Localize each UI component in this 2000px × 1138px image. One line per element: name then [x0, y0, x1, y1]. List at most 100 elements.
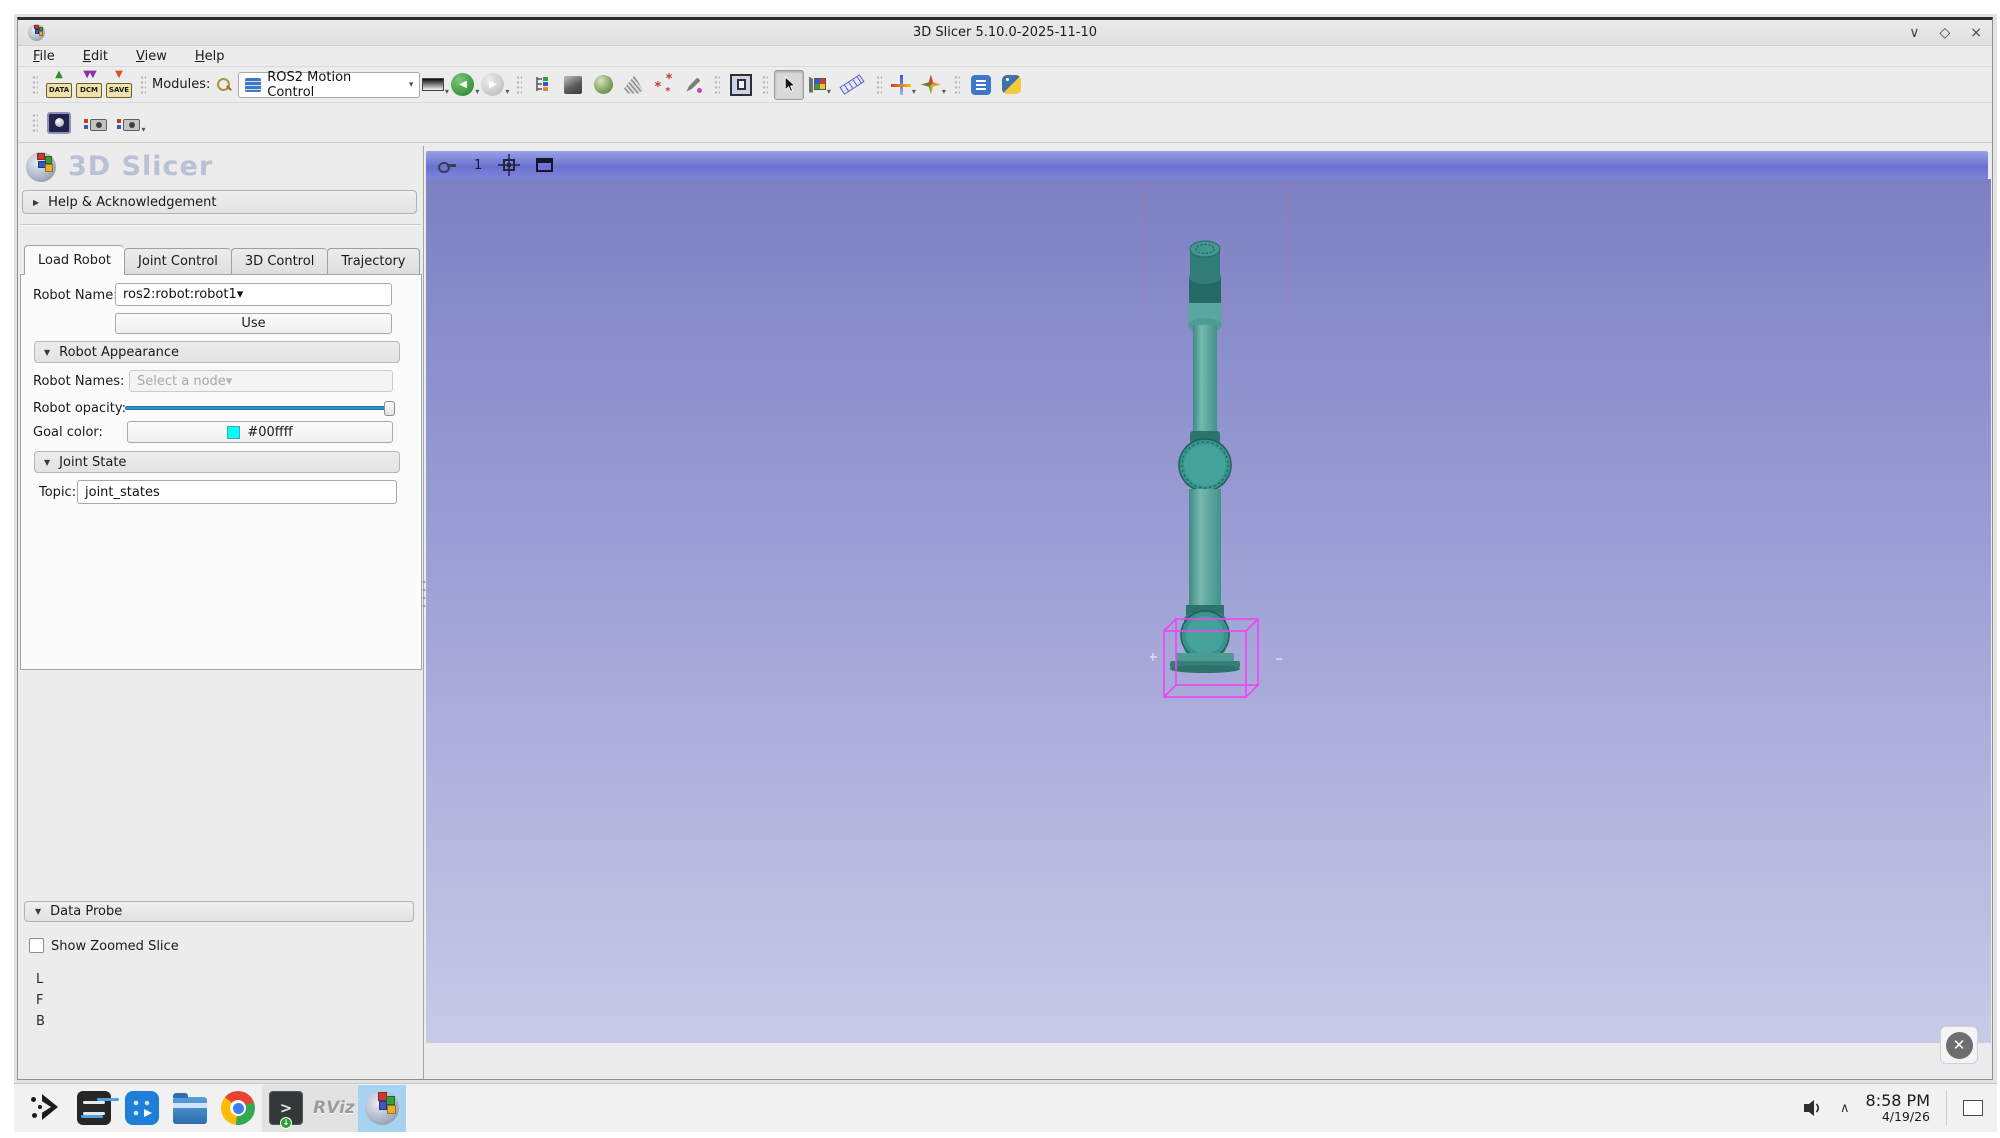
scene-view-restore-icon: [116, 113, 141, 133]
show-zoomed-slice-checkbox[interactable]: [29, 938, 44, 953]
menu-view[interactable]: View: [136, 49, 167, 64]
module-list-button[interactable]: [528, 70, 558, 100]
tab-load-robot[interactable]: Load Robot: [24, 245, 125, 275]
robot-appearance-section[interactable]: ▼ Robot Appearance: [34, 341, 400, 363]
taskbar: > ↓ RViz ∧ 8:58 PM 4/19/26: [14, 1083, 1997, 1132]
data-probe-section[interactable]: ▼ Data Probe: [24, 901, 414, 922]
maximize-icon[interactable]: ◇: [1939, 23, 1950, 43]
module-search-icon[interactable]: [216, 77, 232, 93]
robot-names-combobox[interactable]: Select a node ▾: [129, 370, 393, 392]
models-module-button[interactable]: [618, 70, 648, 100]
rviz-button[interactable]: RViz: [310, 1084, 358, 1132]
reformat-star-icon: [920, 74, 941, 95]
robot-names-label: Robot Names:: [33, 374, 125, 389]
toolbar-grip: [516, 73, 523, 96]
reformat-button[interactable]: ▾: [918, 70, 948, 100]
settings-sliders-icon: [77, 1091, 111, 1125]
robot-opacity-slider[interactable]: [125, 400, 395, 416]
measurements-button[interactable]: [834, 70, 870, 100]
toolbar-grip: [762, 73, 769, 96]
scene-view-camera-icon: [83, 113, 107, 133]
chevron-down-icon: ▾: [236, 287, 244, 302]
help-acknowledgement-section[interactable]: ▶ Help & Acknowledgement: [22, 190, 417, 214]
markups-module-button[interactable]: * * *: [648, 70, 678, 100]
tab-3d-control[interactable]: 3D Control: [230, 248, 328, 275]
python-console-button[interactable]: [996, 70, 1026, 100]
maximize-view-icon[interactable]: [536, 158, 554, 172]
save-data-button[interactable]: ▼ SAVE: [104, 69, 134, 100]
terminal-button[interactable]: > ↓: [262, 1084, 310, 1132]
threed-view-header[interactable]: 1: [426, 151, 1988, 179]
volumes-module-button[interactable]: [588, 70, 618, 100]
robot-name-label: Robot Name:: [33, 288, 118, 303]
markups-icon: * * *: [654, 71, 673, 97]
window-controls: ∨ ◇ ×: [1909, 23, 1982, 43]
clock-date: 4/19/26: [1881, 1109, 1930, 1124]
module-selector[interactable]: ROS2 Motion Control ▾: [238, 70, 421, 100]
close-icon[interactable]: ×: [1970, 23, 1982, 43]
modules-label: Modules:: [152, 77, 211, 92]
slicer-window: 3D Slicer 5.10.0-2025-11-10 ∨ ◇ × File E…: [17, 17, 1993, 1080]
module-back-button[interactable]: ◀ ▾: [450, 70, 480, 100]
minimize-icon[interactable]: ∨: [1909, 23, 1919, 43]
scene-view-restore-button[interactable]: ▾: [116, 108, 146, 138]
module-forward-button[interactable]: ▶ ▾: [480, 70, 510, 100]
clock[interactable]: 8:58 PM 4/19/26: [1866, 1091, 1930, 1125]
menu-file[interactable]: File: [33, 49, 55, 64]
app-launcher-button[interactable]: [22, 1085, 70, 1132]
use-button[interactable]: Use: [115, 313, 392, 334]
show-zoomed-slice-label: Show Zoomed Slice: [51, 939, 179, 954]
settings-button[interactable]: [70, 1085, 118, 1132]
robot-name-combobox[interactable]: ros2:robot:robot1 ▾: [115, 283, 392, 306]
threed-viewport[interactable]: [426, 179, 1991, 1043]
pin-icon[interactable]: [438, 160, 456, 173]
show-desktop-button[interactable]: [1963, 1100, 1983, 1116]
toolbar-grip: [140, 73, 146, 96]
annotations-button[interactable]: [678, 70, 708, 100]
main-toolbar: ▲ DATA ▼▼ DCM ▼ SAVE Modules: ROS2 Motio…: [18, 67, 1992, 103]
screenshot-icon: [47, 111, 71, 134]
joint-state-section[interactable]: ▼ Joint State: [34, 451, 400, 473]
robot-tabs: Load Robot Joint Control 3D Control Traj…: [24, 245, 420, 275]
slicer-taskbar-button[interactable]: [358, 1084, 406, 1132]
load-dicom-button[interactable]: ▼▼ DCM: [74, 69, 104, 100]
dismiss-notification-icon[interactable]: ✕: [1945, 1031, 1973, 1059]
menu-help[interactable]: Help: [195, 49, 225, 64]
center-view-icon[interactable]: [498, 154, 521, 176]
toolbar-grip: [32, 73, 38, 96]
topic-input[interactable]: joint_states: [77, 480, 397, 504]
slicer-logo-icon: [26, 151, 56, 182]
module-history-icon: [421, 78, 444, 91]
mouse-interaction-button[interactable]: [774, 69, 805, 100]
chevron-down-icon: ▾: [408, 79, 414, 90]
extensions-manager-button[interactable]: [966, 70, 996, 100]
crosshair-button[interactable]: ▾: [888, 70, 918, 100]
file-manager-button[interactable]: [166, 1085, 214, 1132]
robot-opacity-label: Robot opacity:: [33, 401, 126, 416]
chrome-button[interactable]: [214, 1085, 262, 1132]
robot-model[interactable]: [1126, 233, 1306, 733]
module-icon: [245, 77, 262, 92]
panel-splitter-handle[interactable]: [421, 578, 427, 612]
title-bar[interactable]: 3D Slicer 5.10.0-2025-11-10 ∨ ◇ ×: [18, 20, 1992, 46]
tray-expand-icon[interactable]: ∧: [1840, 1101, 1850, 1116]
robot-appearance-label: Robot Appearance: [59, 344, 180, 360]
expanded-arrow-icon: ▼: [44, 347, 51, 357]
software-store-button[interactable]: [118, 1085, 166, 1132]
load-data-button[interactable]: ▲ DATA: [44, 69, 74, 100]
module-history-button[interactable]: ▾: [420, 70, 450, 100]
tab-trajectory[interactable]: Trajectory: [327, 248, 420, 275]
menu-edit[interactable]: Edit: [83, 49, 108, 64]
scene-view-capture-button[interactable]: [80, 108, 110, 138]
layout-selector-button[interactable]: [726, 70, 756, 100]
extensions-icon: [971, 74, 992, 95]
volume-icon[interactable]: [1802, 1099, 1824, 1117]
save-icon: SAVE: [106, 82, 132, 98]
expanded-arrow-icon: ▼: [44, 457, 51, 467]
tab-joint-control[interactable]: Joint Control: [124, 248, 231, 275]
slider-handle[interactable]: [384, 401, 395, 416]
data-module-button[interactable]: [558, 70, 588, 100]
window-level-button[interactable]: ▾: [804, 70, 834, 100]
screenshot-button[interactable]: [44, 108, 74, 138]
goal-color-button[interactable]: #00ffff: [127, 421, 393, 443]
